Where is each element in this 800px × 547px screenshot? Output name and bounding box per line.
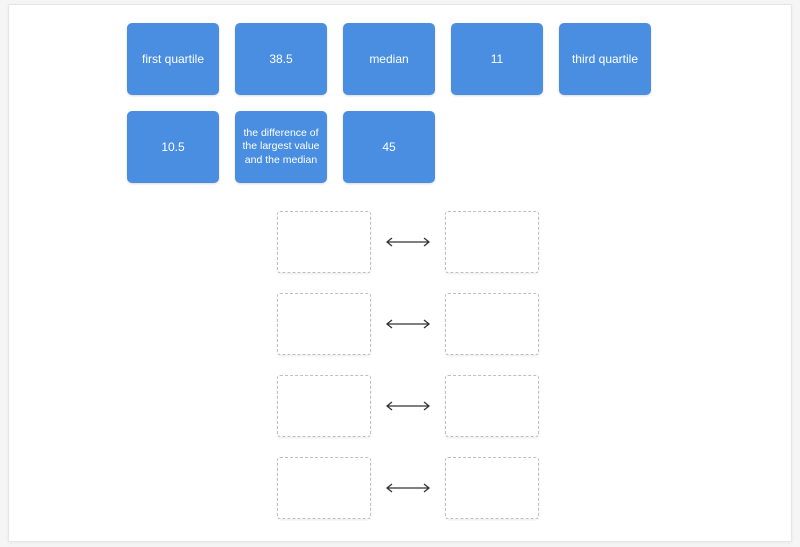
drop-slot-right[interactable] <box>445 293 539 355</box>
double-arrow-icon <box>383 401 433 411</box>
drop-slot-right[interactable] <box>445 375 539 437</box>
match-row <box>277 456 539 520</box>
tile-label: the difference of the largest value and … <box>239 127 323 166</box>
tile-label: 45 <box>382 140 395 155</box>
drop-slot-left[interactable] <box>277 375 371 437</box>
drop-slot-left[interactable] <box>277 457 371 519</box>
tile-median[interactable]: median <box>343 23 435 95</box>
match-area <box>277 210 539 520</box>
tile-45[interactable]: 45 <box>343 111 435 183</box>
double-arrow-icon <box>383 483 433 493</box>
tile-38-5[interactable]: 38.5 <box>235 23 327 95</box>
drop-slot-right[interactable] <box>445 457 539 519</box>
tile-difference-largest-median[interactable]: the difference of the largest value and … <box>235 111 327 183</box>
tile-10-5[interactable]: 10.5 <box>127 111 219 183</box>
drop-slot-left[interactable] <box>277 293 371 355</box>
worksheet-panel: first quartile 38.5 median 11 third quar… <box>8 4 792 542</box>
tile-label: 38.5 <box>269 52 292 67</box>
tile-third-quartile[interactable]: third quartile <box>559 23 651 95</box>
tile-label: median <box>369 52 408 67</box>
match-row <box>277 210 539 274</box>
tile-label: first quartile <box>142 52 204 67</box>
tile-bank: first quartile 38.5 median 11 third quar… <box>127 23 687 183</box>
drop-slot-right[interactable] <box>445 211 539 273</box>
tile-label: 11 <box>491 52 503 67</box>
tile-label: 10.5 <box>161 140 184 155</box>
tile-11[interactable]: 11 <box>451 23 543 95</box>
double-arrow-icon <box>383 237 433 247</box>
double-arrow-icon <box>383 319 433 329</box>
match-row <box>277 292 539 356</box>
match-row <box>277 374 539 438</box>
tile-first-quartile[interactable]: first quartile <box>127 23 219 95</box>
tile-label: third quartile <box>572 52 638 67</box>
drop-slot-left[interactable] <box>277 211 371 273</box>
